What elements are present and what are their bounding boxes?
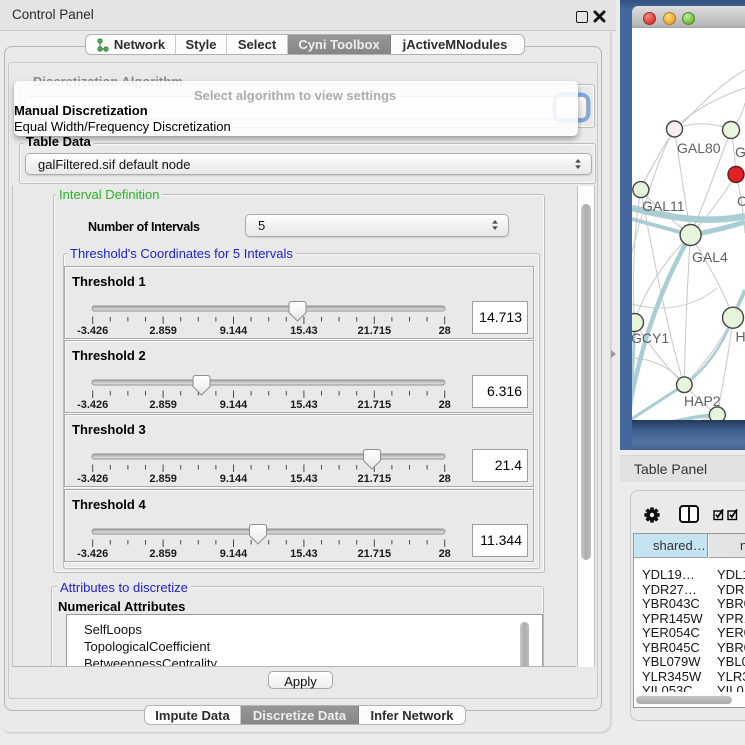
- svg-text:28: 28: [439, 399, 451, 411]
- svg-text:9.144: 9.144: [220, 325, 248, 337]
- svg-text:GAL11: GAL11: [642, 198, 685, 214]
- svg-text:9.144: 9.144: [220, 473, 248, 485]
- svg-text:21.715: 21.715: [357, 399, 391, 411]
- svg-text:21.715: 21.715: [357, 473, 391, 485]
- svg-text:15.43: 15.43: [290, 325, 318, 337]
- svg-text:H: H: [736, 329, 745, 345]
- svg-text:2.859: 2.859: [149, 325, 177, 337]
- svg-text:2.859: 2.859: [149, 399, 177, 411]
- svg-text:-3.426: -3.426: [77, 548, 108, 560]
- svg-text:GA: GA: [735, 144, 745, 160]
- svg-text:2.859: 2.859: [149, 548, 177, 560]
- svg-text:-3.426: -3.426: [77, 473, 108, 485]
- svg-text:2.859: 2.859: [149, 473, 177, 485]
- svg-text:-3.426: -3.426: [77, 399, 108, 411]
- svg-text:15.43: 15.43: [290, 473, 318, 485]
- svg-text:15.43: 15.43: [290, 399, 318, 411]
- svg-text:9.144: 9.144: [220, 548, 248, 560]
- svg-text:28: 28: [439, 548, 451, 560]
- svg-text:21.715: 21.715: [357, 548, 391, 560]
- svg-text:15.43: 15.43: [290, 548, 318, 560]
- svg-text:C: C: [737, 193, 745, 209]
- svg-text:28: 28: [439, 473, 451, 485]
- svg-text:HAP2: HAP2: [684, 393, 721, 409]
- svg-text:GAL80: GAL80: [677, 140, 721, 156]
- svg-text:21.715: 21.715: [357, 325, 391, 337]
- svg-text:GAL4: GAL4: [692, 249, 728, 265]
- svg-text:-3.426: -3.426: [77, 325, 108, 337]
- svg-text:GCY1: GCY1: [632, 330, 669, 346]
- svg-text:9.144: 9.144: [220, 399, 248, 411]
- svg-text:28: 28: [439, 325, 451, 337]
